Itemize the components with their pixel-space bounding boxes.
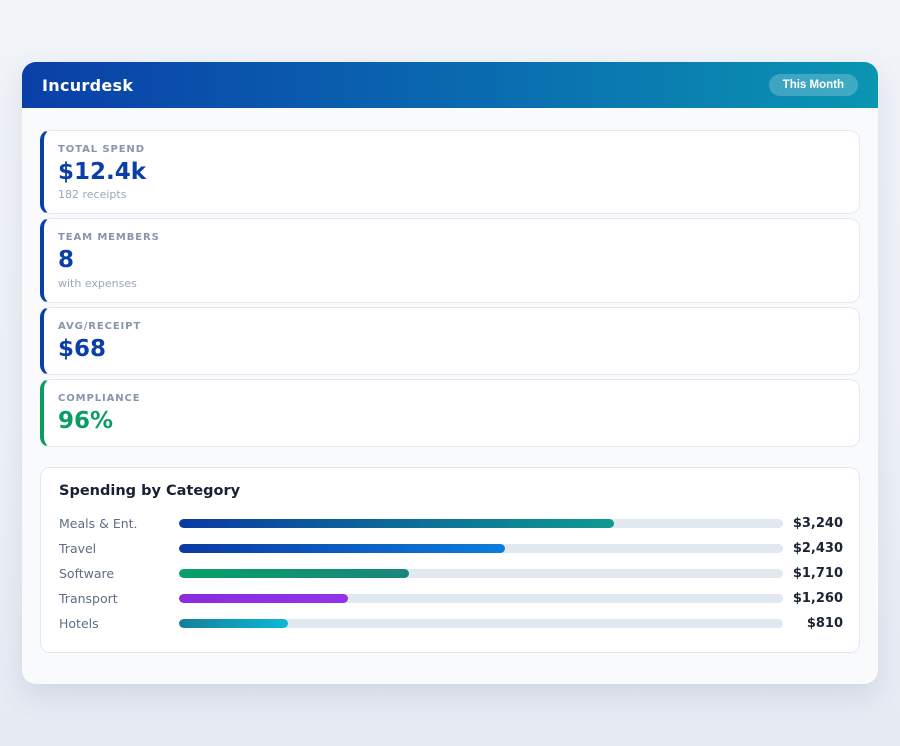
incurdesk-panel: Incurdesk This Month TOTAL SPEND $12.4k …	[22, 62, 878, 684]
stat-label: TEAM MEMBERS	[58, 232, 843, 243]
app-title: Incurdesk	[42, 76, 133, 95]
chart-row: Meals & Ent. $3,240	[59, 511, 843, 536]
chart-category-label: Meals & Ent.	[59, 516, 179, 531]
stat-value: $12.4k	[58, 160, 843, 185]
chart-category-label: Software	[59, 566, 179, 581]
chart-category-label: Transport	[59, 591, 179, 606]
bar-track	[179, 569, 783, 578]
chart-row: Hotels $810	[59, 611, 843, 636]
panel-header: Incurdesk This Month	[22, 62, 878, 108]
bar-fill	[179, 594, 348, 603]
chart-rows: Meals & Ent. $3,240 Travel $2,430 Softwa…	[59, 511, 843, 636]
period-badge[interactable]: This Month	[769, 74, 858, 96]
chart-category-label: Travel	[59, 541, 179, 556]
stat-card: TEAM MEMBERS 8 with expenses	[40, 218, 860, 302]
stat-subtext: 182 receipts	[58, 188, 843, 201]
chart-value-label: $2,430	[791, 541, 843, 556]
chart-title: Spending by Category	[59, 483, 843, 499]
stat-subtext: with expenses	[58, 277, 843, 290]
stat-value: $68	[58, 337, 843, 362]
panel-content: TOTAL SPEND $12.4k 182 receipts TEAM MEM…	[22, 108, 878, 673]
chart-value-label: $1,260	[791, 591, 843, 606]
bar-fill	[179, 569, 409, 578]
spending-chart-card: Spending by Category Meals & Ent. $3,240…	[40, 467, 860, 653]
bar-track	[179, 519, 783, 528]
bar-fill	[179, 519, 614, 528]
chart-row: Travel $2,430	[59, 536, 843, 561]
chart-category-label: Hotels	[59, 616, 179, 631]
bar-track	[179, 594, 783, 603]
chart-row: Transport $1,260	[59, 586, 843, 611]
stat-label: AVG/RECEIPT	[58, 321, 843, 332]
chart-value-label: $3,240	[791, 516, 843, 531]
bar-track	[179, 619, 783, 628]
bar-fill	[179, 619, 288, 628]
chart-row: Software $1,710	[59, 561, 843, 586]
stat-label: TOTAL SPEND	[58, 144, 843, 155]
stat-card: COMPLIANCE 96%	[40, 379, 860, 447]
bar-track	[179, 544, 783, 553]
stat-card: TOTAL SPEND $12.4k 182 receipts	[40, 130, 860, 214]
stat-value: 8	[58, 248, 843, 273]
chart-value-label: $810	[791, 616, 843, 631]
stats-section: TOTAL SPEND $12.4k 182 receipts TEAM MEM…	[40, 130, 860, 447]
stat-card: AVG/RECEIPT $68	[40, 307, 860, 375]
stat-value: 96%	[58, 409, 843, 434]
chart-value-label: $1,710	[791, 566, 843, 581]
stat-label: COMPLIANCE	[58, 393, 843, 404]
bar-fill	[179, 544, 505, 553]
